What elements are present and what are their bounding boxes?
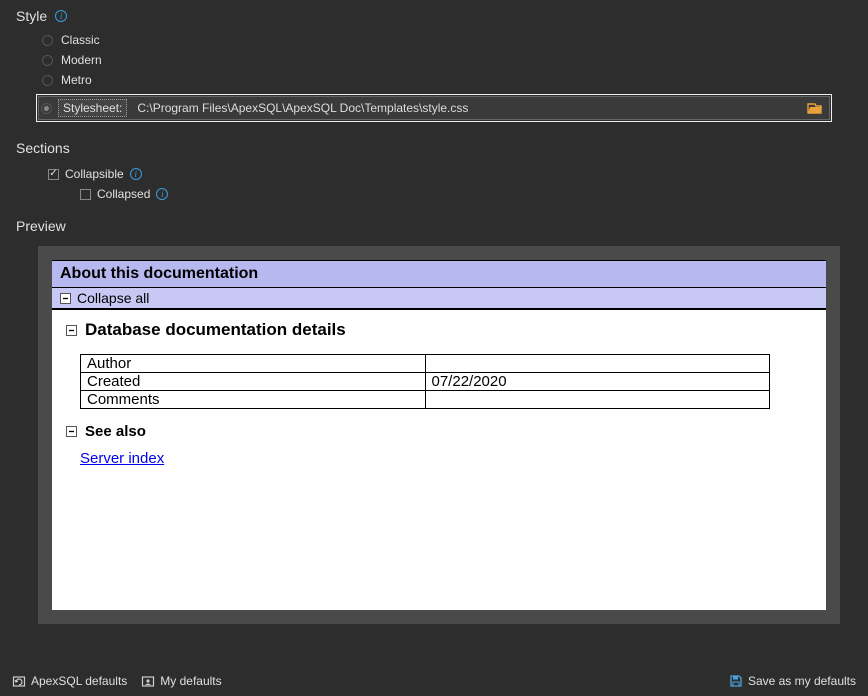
details-heading-label: Database documentation details xyxy=(85,320,346,340)
save-icon xyxy=(729,674,743,688)
radio-label: Metro xyxy=(61,73,92,87)
sections-checkboxes: ✓ Collapsible i Collapsed i xyxy=(0,162,868,204)
radio-label: Modern xyxy=(61,53,102,67)
reset-defaults-icon xyxy=(12,674,26,688)
info-icon[interactable]: i xyxy=(55,10,67,22)
table-row: Author xyxy=(81,355,770,373)
table-cell-label: Author xyxy=(81,355,426,373)
sections-header: Sections xyxy=(0,126,868,162)
table-cell-label: Comments xyxy=(81,391,426,409)
footer-bar: ApexSQL defaults My defaults Save as my … xyxy=(0,666,868,696)
checkbox-collapsible[interactable]: ✓ Collapsible i xyxy=(48,164,852,184)
radio-circle xyxy=(41,103,52,114)
sections-header-label: Sections xyxy=(16,140,70,156)
style-header-label: Style xyxy=(16,8,47,24)
minus-icon xyxy=(66,325,77,336)
my-defaults-button[interactable]: My defaults xyxy=(141,674,221,688)
style-radio-group: Classic Modern Metro xyxy=(0,30,868,90)
checkbox-label: Collapsible xyxy=(65,167,124,181)
stylesheet-label: Stylesheet: xyxy=(58,99,127,117)
server-index-link[interactable]: Server index xyxy=(80,450,164,467)
radio-label: Classic xyxy=(61,33,100,47)
see-also-label: See also xyxy=(85,423,146,440)
checkbox-box xyxy=(80,189,91,200)
doc-body: Database documentation details Author Cr… xyxy=(52,310,826,477)
radio-stylesheet[interactable]: Stylesheet: C:\Program Files\ApexSQL\Ape… xyxy=(38,96,830,120)
stylesheet-row-container: Stylesheet: C:\Program Files\ApexSQL\Ape… xyxy=(36,94,832,122)
table-cell-label: Created xyxy=(81,373,426,391)
table-row: Comments xyxy=(81,391,770,409)
user-defaults-icon xyxy=(141,674,155,688)
radio-metro[interactable]: Metro xyxy=(42,70,852,90)
radio-circle xyxy=(42,55,53,66)
minus-icon xyxy=(60,293,71,304)
folder-open-icon[interactable] xyxy=(807,101,823,115)
details-heading[interactable]: Database documentation details xyxy=(66,320,812,340)
preview-header-label: Preview xyxy=(16,218,66,234)
details-table: Author Created 07/22/2020 Comments xyxy=(80,354,770,409)
info-icon[interactable]: i xyxy=(156,188,168,200)
save-defaults-label: Save as my defaults xyxy=(748,674,856,688)
radio-circle xyxy=(42,75,53,86)
radio-modern[interactable]: Modern xyxy=(42,50,852,70)
see-also-heading[interactable]: See also xyxy=(66,423,812,440)
info-icon[interactable]: i xyxy=(130,168,142,180)
apexsql-defaults-button[interactable]: ApexSQL defaults xyxy=(12,674,127,688)
table-cell-value xyxy=(425,355,770,373)
radio-circle xyxy=(42,35,53,46)
checkbox-box: ✓ xyxy=(48,169,59,180)
preview-header: Preview xyxy=(0,204,868,240)
style-header: Style i xyxy=(0,0,868,30)
checkbox-label: Collapsed xyxy=(97,187,150,201)
radio-classic[interactable]: Classic xyxy=(42,30,852,50)
preview-document: About this documentation Collapse all Da… xyxy=(52,260,826,610)
preview-frame: About this documentation Collapse all Da… xyxy=(38,246,840,624)
apexsql-defaults-label: ApexSQL defaults xyxy=(31,674,127,688)
collapse-all-label: Collapse all xyxy=(77,290,149,306)
collapse-all-bar[interactable]: Collapse all xyxy=(52,288,826,310)
checkbox-collapsed[interactable]: Collapsed i xyxy=(48,184,852,204)
table-cell-value: 07/22/2020 xyxy=(425,373,770,391)
save-as-my-defaults-button[interactable]: Save as my defaults xyxy=(729,674,856,688)
table-row: Created 07/22/2020 xyxy=(81,373,770,391)
minus-icon xyxy=(66,426,77,437)
table-cell-value xyxy=(425,391,770,409)
stylesheet-path: C:\Program Files\ApexSQL\ApexSQL Doc\Tem… xyxy=(133,101,801,115)
my-defaults-label: My defaults xyxy=(160,674,221,688)
doc-title: About this documentation xyxy=(52,260,826,288)
